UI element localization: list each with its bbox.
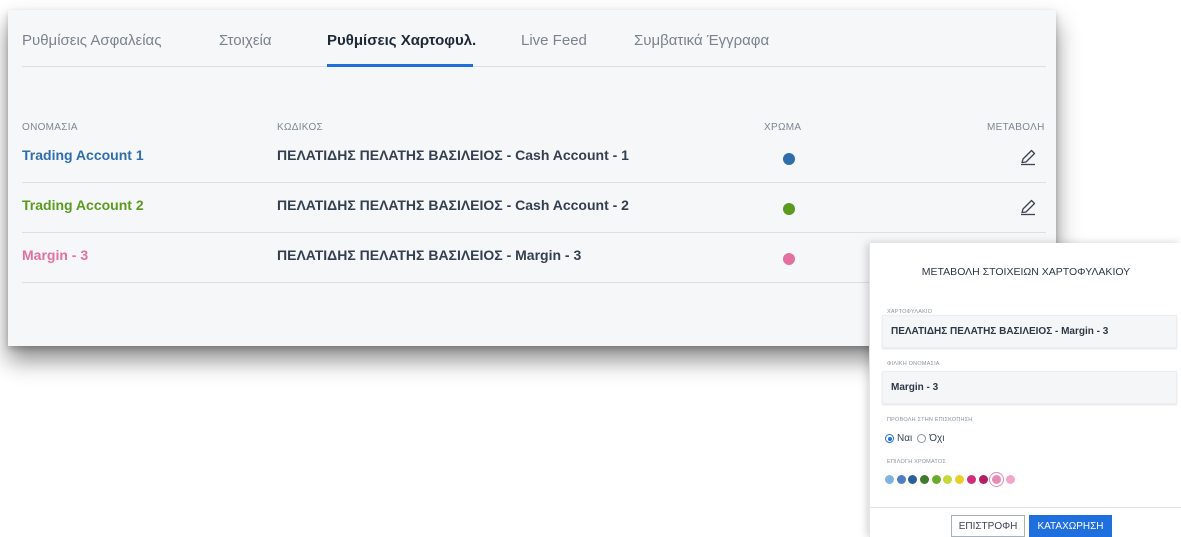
column-header-code: ΚΩΔΙΚΟΣ — [277, 122, 324, 133]
friendly-name-value: Margin - 3 — [891, 382, 939, 393]
color-swatch[interactable] — [908, 475, 918, 484]
overview-no-radio[interactable] — [917, 434, 927, 443]
tab-live-feed[interactable]: Live Feed — [521, 32, 587, 49]
portfolio-code: ΠΕΛΑΤΙΔΗΣ ΠΕΛΑΤΗΣ ΒΑΣΙΛΕΙΟΣ - Margin - 3 — [277, 247, 582, 263]
portfolio-code: ΠΕΛΑΤΙΔΗΣ ΠΕΛΑΤΗΣ ΒΑΣΙΛΕΙΟΣ - Cash Accou… — [277, 197, 629, 213]
tab-details[interactable]: Στοιχεία — [219, 32, 272, 49]
color-swatch[interactable] — [943, 475, 953, 484]
color-swatch[interactable] — [978, 475, 988, 484]
portfolio-name: Trading Account 1 — [22, 147, 144, 163]
friendly-name-label: ΦΙΛΙΚΗ ΟΝΟΜΑΣΙΑ — [887, 361, 940, 367]
overview-yes-label: Ναι — [897, 433, 913, 444]
column-header-color: ΧΡΩΜΑ — [764, 122, 802, 133]
portfolio-color-dot — [783, 253, 795, 265]
color-swatch-selected[interactable] — [992, 475, 1002, 484]
tab-contract-documents[interactable]: Συμβατικά Έγγραφα — [634, 32, 769, 49]
tab-portfolio-settings[interactable]: Ρυθμίσεις Χαρτοφυλ. — [327, 32, 476, 49]
dialog-footer: ΕΠΙΣΤΡΟΦΗ ΚΑΤΑΧΩΡΗΣΗ — [870, 507, 1181, 537]
color-swatch[interactable] — [885, 475, 894, 484]
color-picker — [885, 475, 1018, 484]
color-swatch[interactable] — [920, 475, 930, 484]
portfolio-name: Margin - 3 — [22, 247, 89, 263]
portfolio-field: ΠΕΛΑΤΙΔΗΣ ΠΕΛΑΤΗΣ ΒΑΣΙΛΕΙΟΣ - Margin - 3 — [882, 315, 1177, 348]
save-button[interactable]: ΚΑΤΑΧΩΡΗΣΗ — [1029, 515, 1112, 537]
color-swatch[interactable] — [955, 475, 965, 484]
portfolio-name: Trading Account 2 — [22, 197, 144, 213]
edit-portfolio-dialog: ΜΕΤΑΒΟΛΗ ΣΤΟΙΧΕΙΩΝ ΧΑΡΤΟΦΥΛΑΚΙΟΥ ΧΑΡΤΟΦΥ… — [869, 243, 1181, 537]
dialog-title: ΜΕΤΑΒΟΛΗ ΣΤΟΙΧΕΙΩΝ ΧΑΡΤΟΦΥΛΑΚΙΟΥ — [921, 266, 1131, 278]
table-row: Trading Account 1 ΠΕΛΑΤΙΔΗΣ ΠΕΛΑΤΗΣ ΒΑΣΙ… — [22, 133, 1046, 183]
tab-bar: Ρυθμίσεις Ασφαλείας Στοιχεία Ρυθμίσεις Χ… — [22, 30, 1046, 67]
overview-visibility-label: ΠΡΟΒΟΛΗ ΣΤΗΝ ΕΠΙΣΚΟΠΗΣΗ — [887, 417, 973, 423]
overview-no-label: Όχι — [929, 433, 945, 444]
color-swatch[interactable] — [896, 475, 906, 484]
edit-pencil-icon[interactable] — [1018, 197, 1038, 217]
column-header-name: ΟΝΟΜΑΣΙΑ — [22, 122, 78, 133]
portfolio-color-dot — [783, 153, 795, 165]
edit-pencil-icon[interactable] — [1018, 147, 1038, 167]
overview-yes-radio[interactable] — [885, 434, 894, 443]
color-swatch[interactable] — [1006, 475, 1016, 484]
portfolio-code: ΠΕΛΑΤΙΔΗΣ ΠΕΛΑΤΗΣ ΒΑΣΙΛΕΙΟΣ - Cash Accou… — [277, 147, 629, 163]
portfolio-field-value: ΠΕΛΑΤΙΔΗΣ ΠΕΛΑΤΗΣ ΒΑΣΙΛΕΙΟΣ - Margin - 3 — [891, 326, 1109, 337]
color-picker-label: ΕΠΙΛΟΓΗ ΧΡΩΜΑΤΟΣ — [887, 459, 946, 465]
portfolio-color-dot — [783, 203, 795, 215]
active-tab-indicator — [327, 64, 473, 67]
tab-security-settings[interactable]: Ρυθμίσεις Ασφαλείας — [22, 32, 161, 49]
back-button[interactable]: ΕΠΙΣΤΡΟΦΗ — [951, 515, 1025, 537]
overview-visibility-radio-group: Ναι Όχι — [885, 433, 949, 444]
column-header-edit: ΜΕΤΑΒΟΛΗ — [987, 122, 1045, 133]
friendly-name-input[interactable]: Margin - 3 — [882, 371, 1177, 404]
color-swatch[interactable] — [931, 475, 941, 484]
table-row: Trading Account 2 ΠΕΛΑΤΙΔΗΣ ΠΕΛΑΤΗΣ ΒΑΣΙ… — [22, 183, 1046, 233]
color-swatch[interactable] — [966, 475, 976, 484]
